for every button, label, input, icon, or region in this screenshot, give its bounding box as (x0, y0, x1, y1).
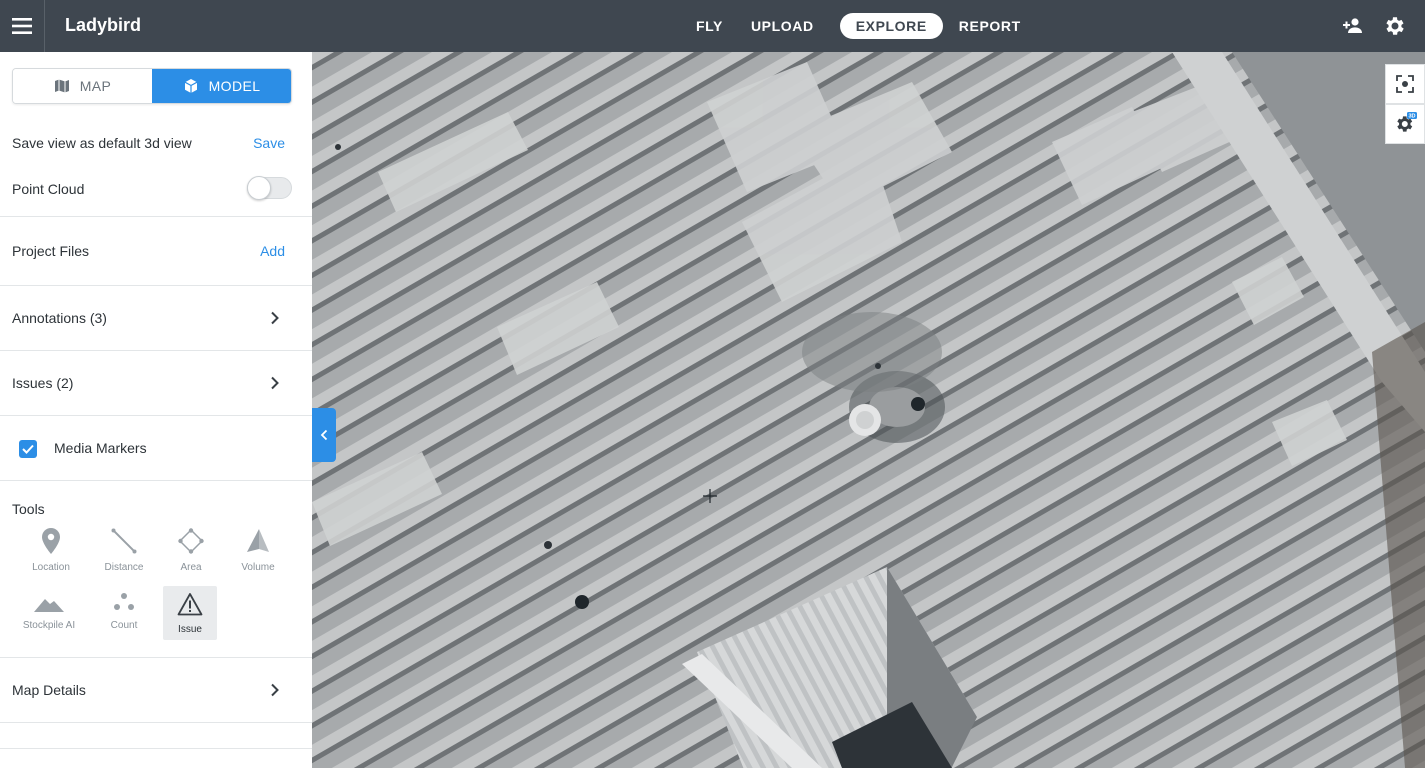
point-cloud-label: Point Cloud (12, 181, 85, 197)
people-add-icon (1343, 18, 1362, 33)
tool-count[interactable]: Count (97, 584, 151, 636)
settings-button[interactable] (1383, 14, 1407, 38)
annotations-row[interactable]: Annotations (3) (0, 286, 312, 350)
tool-label: Volume (241, 562, 275, 573)
chevron-right-icon (271, 376, 279, 390)
main-nav: FLY UPLOAD EXPLORE REPORT (680, 13, 1037, 39)
issues-row[interactable]: Issues (2) (0, 351, 312, 415)
share-users-button[interactable] (1341, 14, 1365, 38)
model-mode-label: MODEL (208, 78, 261, 94)
tool-distance[interactable]: Distance (97, 526, 151, 578)
gear-icon (1386, 17, 1404, 35)
fit-view-button[interactable] (1385, 64, 1425, 104)
3d-settings-button[interactable]: 3D (1385, 104, 1425, 144)
divider (0, 722, 312, 723)
tool-label: Count (110, 620, 138, 631)
model-mode-button[interactable]: MODEL (152, 69, 291, 103)
tool-label: Issue (178, 624, 202, 635)
3d-settings-icon: 3D (1397, 112, 1417, 132)
tool-location[interactable]: Location (24, 526, 78, 578)
view-mode-toggle: MAP MODEL (12, 68, 292, 104)
ruler-line-icon (111, 528, 137, 554)
tools-title: Tools (12, 501, 45, 517)
tool-volume[interactable]: Volume (231, 526, 285, 578)
map-viewport[interactable]: 3D (312, 52, 1425, 768)
warning-triangle-icon (177, 593, 203, 616)
fit-to-screen-icon (1396, 75, 1414, 93)
nav-upload[interactable]: UPLOAD (735, 13, 830, 39)
tool-label: Stockpile AI (22, 620, 76, 631)
roof-model-view (312, 52, 1425, 768)
menu-button[interactable] (0, 0, 45, 52)
top-bar: Ladybird FLY UPLOAD EXPLORE REPORT (0, 0, 1425, 52)
media-markers-row: Media Markers (0, 416, 312, 480)
map-details-label: Map Details (12, 682, 86, 698)
issues-label: Issues (2) (12, 375, 74, 391)
polygon-area-icon (178, 528, 204, 554)
mountain-icon (34, 599, 64, 612)
map-mode-label: MAP (79, 78, 112, 94)
project-files-label: Project Files (12, 243, 90, 259)
crosshair-cursor (703, 489, 717, 503)
save-view-button[interactable]: Save (253, 135, 285, 151)
annotations-label: Annotations (3) (12, 310, 107, 326)
tool-area[interactable]: Area (164, 526, 218, 578)
location-pin-icon (42, 528, 60, 554)
save-view-label: Save view as default 3d view (12, 135, 192, 151)
divider (0, 480, 312, 481)
tool-issue[interactable]: Issue (163, 586, 217, 640)
left-panel: MAP MODEL Save view as default 3d view S… (0, 52, 312, 768)
save-view-row: Save view as default 3d view Save (0, 126, 312, 160)
tool-label: Distance (104, 562, 144, 573)
point-cloud-toggle[interactable] (247, 176, 292, 200)
tool-stockpile-ai[interactable]: Stockpile AI (19, 584, 79, 636)
chevron-right-icon (271, 683, 279, 697)
toggle-knob (247, 176, 271, 200)
nav-report[interactable]: REPORT (943, 13, 1037, 39)
app-title: Ladybird (65, 15, 142, 35)
collapse-panel-button[interactable] (312, 408, 336, 462)
media-markers-label: Media Markers (54, 440, 147, 456)
nav-explore[interactable]: EXPLORE (839, 13, 943, 39)
tool-label: Location (32, 562, 70, 573)
volume-cone-icon (247, 529, 269, 552)
divider (0, 748, 312, 749)
nav-fly[interactable]: FLY (680, 13, 739, 39)
cube-icon (184, 79, 197, 93)
3d-badge: 3D (1408, 114, 1415, 120)
hamburger-icon (12, 18, 32, 34)
tool-label: Area (180, 562, 202, 573)
chevron-left-icon (320, 429, 328, 441)
chevron-right-icon (271, 311, 279, 325)
project-files-row: Project Files Add (0, 217, 312, 285)
map-mode-button[interactable]: MAP (13, 69, 152, 103)
map-icon (54, 79, 69, 93)
dots-count-icon (114, 593, 134, 610)
add-project-file-button[interactable]: Add (260, 243, 285, 259)
map-details-row[interactable]: Map Details (0, 658, 312, 722)
